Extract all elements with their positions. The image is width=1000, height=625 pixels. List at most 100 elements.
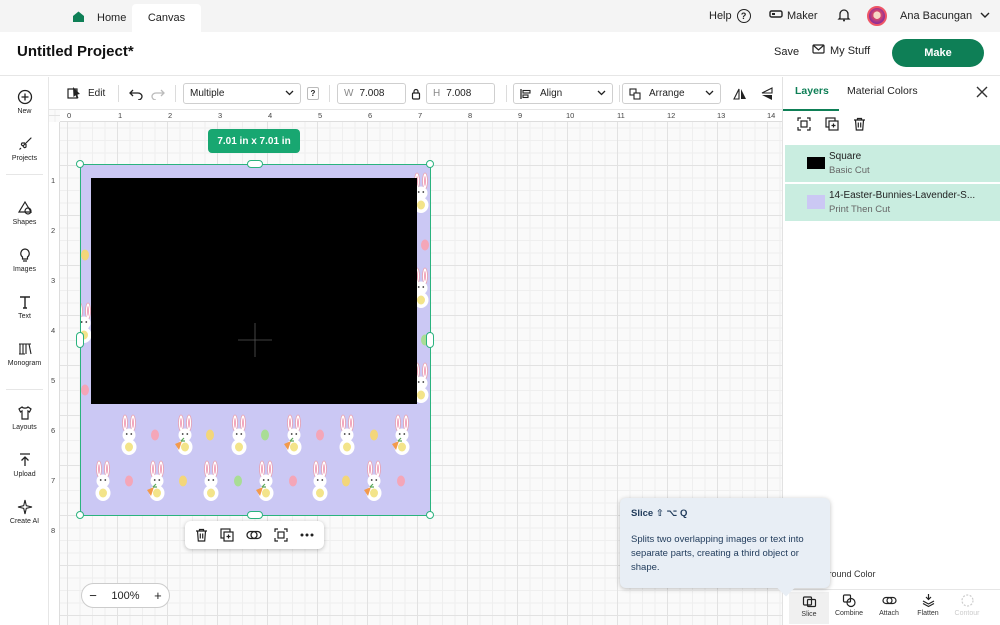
selection-quick-toolbar (185, 521, 324, 549)
group-icon[interactable] (797, 117, 811, 134)
zoom-out-button[interactable]: − (89, 588, 97, 603)
resize-handle-top-left[interactable] (76, 160, 84, 168)
undo-button[interactable] (129, 83, 143, 104)
sidebar-item-label: Projects (11, 155, 38, 162)
ruler-tick: 7 (418, 111, 423, 120)
save-button[interactable]: Save (774, 46, 799, 58)
tab-canvas[interactable]: Canvas (132, 4, 201, 32)
shirt-icon (17, 406, 32, 420)
sidebar-divider (6, 174, 43, 175)
resize-handle-bottom-right[interactable] (426, 511, 434, 519)
group-icon[interactable] (274, 528, 288, 542)
tab-material-colors[interactable]: Material Colors (847, 85, 918, 97)
height-field[interactable]: H 7.008 (426, 83, 495, 104)
layer-item[interactable]: Square Basic Cut (785, 145, 1000, 182)
sidebar-item-projects[interactable]: Projects (0, 136, 49, 162)
monogram-icon (18, 343, 32, 355)
tab-home[interactable]: Home (72, 4, 126, 32)
project-title[interactable]: Untitled Project* (17, 43, 134, 60)
zoom-control: − 100% + (81, 583, 170, 608)
sidebar-item-upload[interactable]: Upload (0, 452, 49, 478)
close-icon (976, 86, 988, 98)
help-circle-icon: ? (736, 9, 751, 23)
width-value: 7.008 (359, 88, 385, 99)
user-name: Ana Bacungan (900, 10, 973, 22)
distribute-button[interactable] (760, 83, 774, 104)
notifications-button[interactable] (837, 0, 851, 32)
arrange-label: Arrange (649, 88, 685, 99)
home-icon (72, 10, 85, 26)
sparkle-icon (17, 499, 32, 515)
duplicate-icon[interactable] (220, 528, 234, 542)
ruler-tick: 1 (118, 111, 123, 120)
contour-icon (960, 594, 974, 607)
resize-handle-right[interactable] (426, 332, 434, 348)
redo-button[interactable] (151, 83, 165, 104)
top-nav: Home Canvas Help ? Maker Ana Bacungan (0, 0, 1000, 32)
width-field[interactable]: W 7.008 (337, 83, 406, 104)
sidebar-item-label: Images (13, 266, 36, 273)
resize-handle-top[interactable] (247, 160, 263, 168)
more-options-icon[interactable] (300, 533, 314, 537)
project-header: Untitled Project* Save My Stuff Make (0, 32, 1000, 76)
combine-button[interactable]: Combine (829, 593, 869, 617)
toolbar-divider (506, 85, 507, 102)
ruler-tick: 2 (51, 226, 56, 235)
align-label: Align (540, 88, 563, 99)
sidebar-item-monogram[interactable]: Monogram (0, 341, 49, 367)
close-panel-button[interactable] (976, 85, 988, 103)
align-dropdown[interactable]: Align (513, 83, 613, 104)
sidebar-item-label: Text (18, 313, 31, 320)
attach-button[interactable]: Attach (869, 593, 909, 617)
ruler-tick: 5 (51, 376, 56, 385)
undo-icon (129, 89, 143, 100)
resize-handle-bottom[interactable] (247, 511, 263, 519)
sidebar-item-label: New (17, 108, 32, 115)
layer-name: Square (829, 151, 862, 162)
sidebar-item-label: Monogram (7, 360, 42, 367)
edit-button[interactable]: Edit (67, 83, 105, 104)
zoom-in-button[interactable]: + (154, 588, 162, 603)
align-icon (520, 88, 531, 99)
edit-pointer-icon (67, 87, 80, 99)
attach-icon[interactable] (246, 530, 262, 540)
sidebar-item-shapes[interactable]: Shapes (0, 200, 49, 226)
ruler-tick: 10 (566, 111, 575, 120)
height-value: 7.008 (446, 88, 472, 99)
contour-button[interactable]: Contour (947, 593, 987, 617)
my-stuff-button[interactable]: My Stuff (812, 44, 870, 57)
sidebar-item-create-ai[interactable]: Create AI (0, 499, 49, 525)
edit-label: Edit (88, 88, 106, 99)
operation-select[interactable]: Multiple (183, 83, 301, 104)
duplicate-icon[interactable] (825, 117, 839, 134)
resize-handle-left[interactable] (76, 332, 84, 348)
zoom-level: 100% (111, 589, 140, 602)
sidebar-item-text[interactable]: Text (0, 294, 49, 320)
resize-handle-top-right[interactable] (426, 160, 434, 168)
operation-value: Multiple (190, 88, 225, 99)
arrange-dropdown[interactable]: Arrange (622, 83, 721, 104)
make-button[interactable]: Make (892, 39, 984, 67)
user-menu[interactable]: Ana Bacungan (867, 0, 990, 32)
toolbar-divider (175, 85, 176, 102)
maker-button[interactable]: Maker (769, 0, 818, 32)
layer-type: Print Then Cut (829, 204, 891, 215)
trash-icon[interactable] (195, 528, 208, 542)
slice-button[interactable]: Slice (789, 592, 829, 624)
layer-item[interactable]: 14-Easter-Bunnies-Lavender-S... Print Th… (785, 184, 1000, 221)
sidebar-item-new[interactable]: New (0, 89, 49, 115)
lock-aspect-button[interactable] (411, 83, 421, 104)
flip-button[interactable] (733, 83, 747, 104)
tab-layers[interactable]: Layers (795, 85, 829, 97)
sidebar-item-images[interactable]: Images (0, 247, 49, 273)
resize-handle-bottom-left[interactable] (76, 511, 84, 519)
operation-help-icon[interactable]: ? (307, 87, 319, 100)
ruler-tick: 0 (67, 111, 72, 120)
flatten-button[interactable]: Flatten (908, 593, 948, 617)
trash-icon[interactable] (853, 117, 866, 134)
layer-actions-bar: Slice Combine Attach Flatten Contour (783, 589, 1000, 625)
left-ruler: 1 2 3 4 5 6 7 8 (49, 122, 60, 625)
help-button[interactable]: Help ? (709, 0, 751, 32)
ruler-tick: 8 (51, 526, 56, 535)
sidebar-item-layouts[interactable]: Layouts (0, 405, 49, 431)
